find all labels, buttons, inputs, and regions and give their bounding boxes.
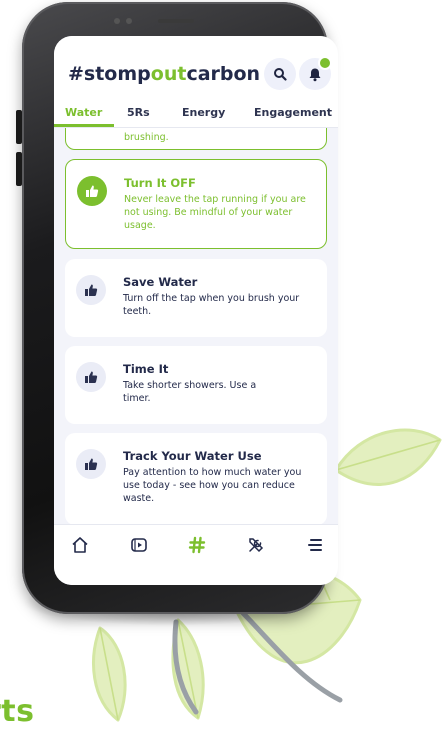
search-icon — [274, 68, 287, 81]
notifications-button[interactable] — [299, 56, 332, 90]
card-body: Never leave the tap running if you are n… — [124, 194, 306, 231]
notification-dot — [318, 56, 332, 70]
card-body: Turn off the tap when you brush your tee… — [123, 293, 300, 317]
list-item[interactable]: Track Your Water Use Pay attention to ho… — [65, 433, 327, 524]
thumbs-up-badge — [76, 449, 106, 479]
active-tab-indicator — [54, 124, 114, 127]
app-screen: #stompoutcarbon Water 5Rs Energy Engagem… — [54, 36, 338, 585]
video-icon — [131, 538, 147, 552]
card-title: Track Your Water Use — [123, 449, 262, 463]
menu-icon — [308, 539, 322, 551]
tab-water[interactable]: Water — [65, 106, 102, 119]
thumbs-up-icon — [85, 284, 98, 296]
tools-icon — [249, 538, 264, 553]
thumbs-up-icon — [85, 371, 98, 383]
app-header: #stompoutcarbon Water 5Rs Energy Engagem… — [54, 36, 338, 128]
title-accent: out — [150, 63, 187, 85]
volume-down-button — [16, 152, 22, 186]
nav-video[interactable] — [127, 533, 151, 557]
title-suffix: carbon — [186, 63, 261, 85]
footer-heading: rts — [0, 694, 35, 729]
thumbs-up-icon — [86, 185, 99, 197]
thumbs-up-badge — [76, 362, 106, 392]
card-title: Save Water — [123, 275, 198, 289]
bell-icon — [309, 68, 321, 81]
thumbs-up-badge — [77, 176, 107, 206]
thumbs-up-icon — [85, 458, 98, 470]
tab-energy[interactable]: Energy — [182, 106, 225, 119]
list-item[interactable]: Turn It OFF Never leave the tap running … — [65, 159, 327, 249]
camera-dot — [114, 18, 120, 24]
phone-frame: #stompoutcarbon Water 5Rs Energy Engagem… — [16, 2, 338, 614]
nav-tools[interactable] — [244, 533, 268, 557]
list-item[interactable]: brushing. — [65, 128, 327, 150]
card-body: Pay attention to how much water you use … — [123, 467, 302, 504]
card-body: brushing. — [124, 132, 169, 143]
nav-hashtag[interactable] — [185, 533, 209, 557]
nav-home[interactable] — [68, 533, 92, 557]
tips-list: brushing. Turn It OFF Never leave the ta… — [54, 128, 338, 524]
search-button[interactable] — [264, 58, 296, 90]
card-title: Time It — [123, 362, 169, 376]
volume-up-button — [16, 110, 22, 144]
bottom-navigation — [54, 524, 338, 565]
tab-engagement[interactable]: Engagement — [254, 106, 332, 119]
app-title: #stompoutcarbon — [68, 63, 260, 85]
home-indicator-area — [54, 564, 338, 585]
sensor-dot — [126, 18, 132, 24]
card-title: Turn It OFF — [124, 176, 196, 190]
list-item[interactable]: Save Water Turn off the tap when you bru… — [65, 259, 327, 337]
title-prefix: #stomp — [68, 63, 151, 85]
nav-menu[interactable] — [303, 533, 327, 557]
card-body: Take shorter showers. Use a timer. — [123, 380, 257, 404]
list-item[interactable]: Time It Take shorter showers. Use a time… — [65, 346, 327, 424]
tab-bar: Water 5Rs Energy Engagement — [54, 102, 338, 128]
hashtag-icon — [188, 536, 206, 554]
home-icon — [72, 537, 88, 553]
thumbs-up-badge — [76, 275, 106, 305]
tab-5rs[interactable]: 5Rs — [127, 106, 150, 119]
speaker-grille — [158, 19, 194, 23]
